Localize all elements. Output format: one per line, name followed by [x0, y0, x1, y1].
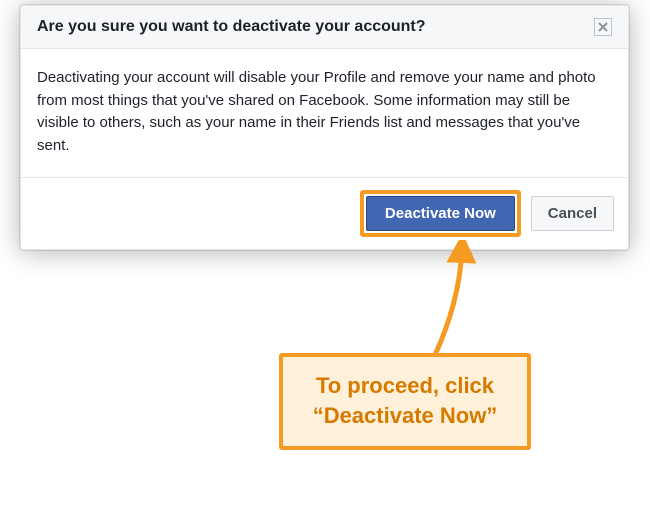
- dialog-title: Are you sure you want to deactivate your…: [37, 18, 426, 36]
- annotation-callout: To proceed, click “Deactivate Now”: [279, 353, 531, 450]
- close-icon[interactable]: [594, 18, 612, 36]
- deactivate-now-button[interactable]: Deactivate Now: [366, 196, 515, 231]
- x-icon: [598, 22, 608, 32]
- dialog-footer: Deactivate Now Cancel: [21, 177, 628, 249]
- annotation-callout-text: To proceed, click “Deactivate Now”: [283, 357, 527, 446]
- dialog-header: Are you sure you want to deactivate your…: [21, 6, 628, 49]
- cancel-button[interactable]: Cancel: [531, 196, 614, 231]
- dialog-body: Deactivating your account will disable y…: [21, 49, 628, 177]
- confirm-deactivate-dialog: Are you sure you want to deactivate your…: [20, 5, 629, 250]
- deactivate-highlight: Deactivate Now: [360, 190, 521, 237]
- annotation-arrow: [430, 240, 490, 360]
